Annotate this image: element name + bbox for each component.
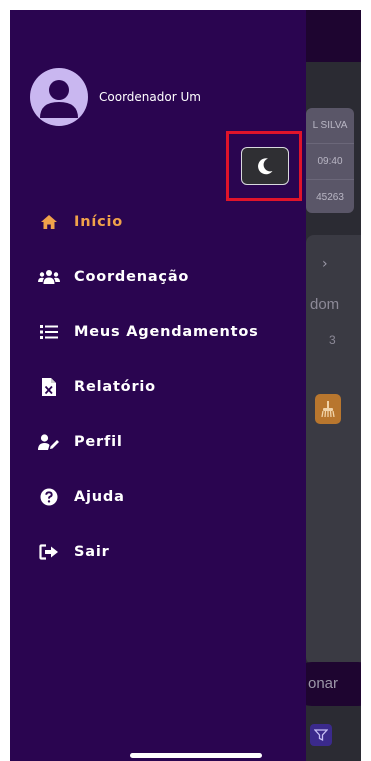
chevron-right-icon: › [322, 256, 328, 272]
menu-item-ajuda[interactable]: Ajuda [10, 480, 306, 514]
app-screen: L SILVA 09:40 45263 › dom 3 onar Coorden… [10, 10, 361, 761]
background-schedule-card: L SILVA 09:40 45263 [306, 108, 354, 213]
menu-item-label: Relatório [74, 379, 156, 395]
background-card-code: 45263 [316, 192, 344, 203]
menu-item-label: Ajuda [74, 489, 125, 505]
menu-item-sair[interactable]: Sair [10, 535, 306, 569]
menu-item-inicio[interactable]: Início [10, 205, 306, 239]
broom-icon [315, 394, 341, 424]
users-icon [38, 266, 60, 288]
menu-item-relatorio[interactable]: Relatório [10, 370, 306, 404]
user-name: Coordenador Um [99, 90, 201, 104]
user-avatar-icon [40, 80, 78, 118]
background-card-name: L SILVA [306, 108, 354, 144]
home-icon [38, 211, 60, 233]
menu-item-coordenacao[interactable]: Coordenação [10, 260, 306, 294]
menu-item-label: Coordenação [74, 269, 190, 285]
background-day-number: 3 [329, 333, 336, 347]
question-icon [38, 486, 60, 508]
menu-item-label: Início [74, 214, 124, 230]
highlight-annotation-box [226, 131, 302, 201]
menu-item-label: Meus Agendamentos [74, 324, 259, 340]
excel-file-icon [38, 376, 60, 398]
user-edit-icon [38, 431, 60, 453]
background-card-time: 09:40 [306, 144, 354, 180]
logout-icon [38, 541, 60, 563]
home-indicator[interactable] [130, 753, 262, 758]
filter-icon [310, 724, 332, 746]
menu-item-meus-agendamentos[interactable]: Meus Agendamentos [10, 315, 306, 349]
background-day-label: dom [310, 296, 340, 313]
navigation-drawer: Coordenador Um Início Coordenação Meus A… [10, 10, 306, 761]
menu-item-label: Perfil [74, 434, 123, 450]
list-icon [38, 321, 60, 343]
menu-item-label: Sair [74, 544, 110, 560]
menu-item-perfil[interactable]: Perfil [10, 425, 306, 459]
avatar[interactable] [30, 68, 88, 126]
